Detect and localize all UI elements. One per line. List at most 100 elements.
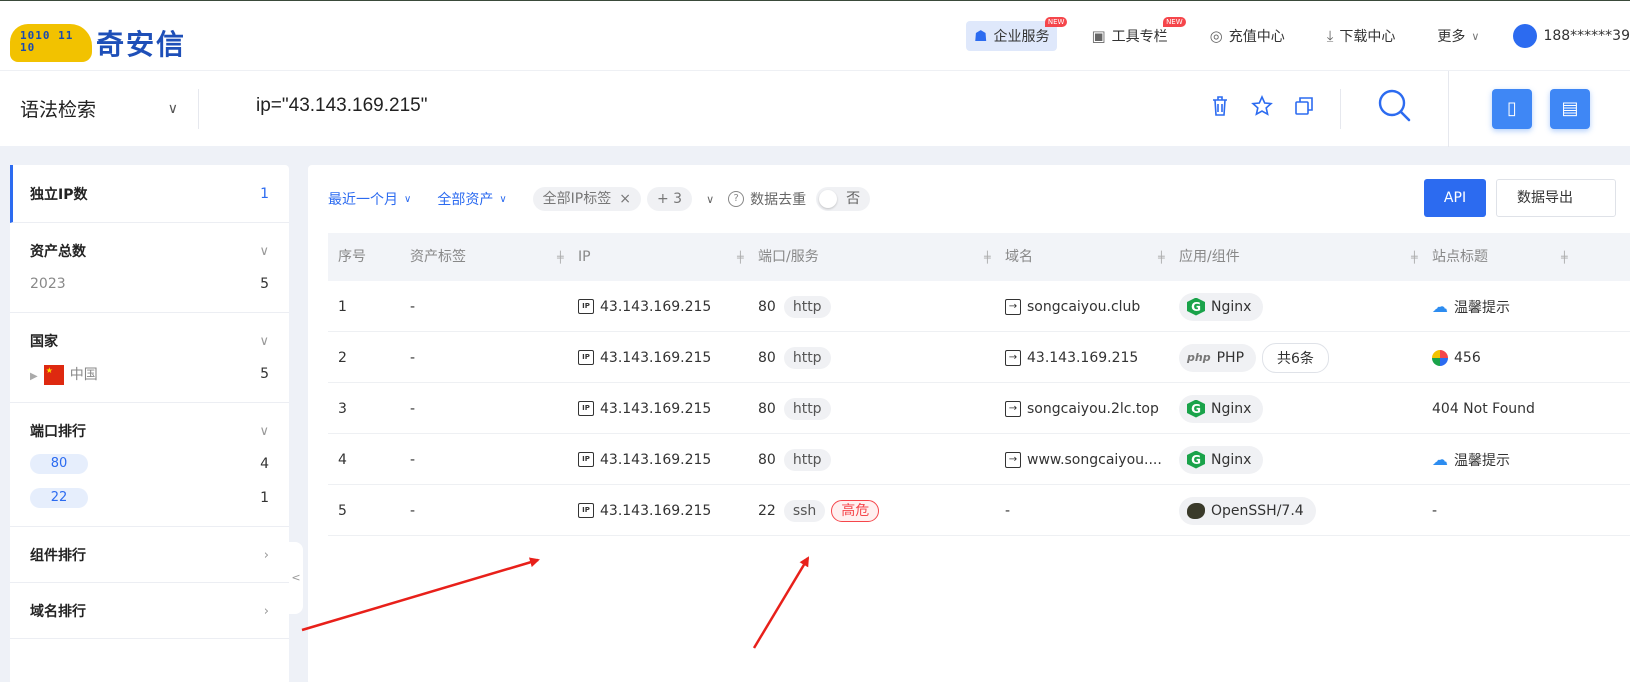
doc-list-button[interactable]: ▤ — [1550, 89, 1590, 129]
col-site-title: 站点标题 — [1432, 249, 1488, 265]
more-apps-pill[interactable]: 共6条 — [1262, 342, 1329, 373]
link-out-icon: → — [1005, 451, 1021, 468]
app-pill[interactable]: G Nginx — [1179, 394, 1264, 423]
table-body: 1 - IP 43.143.169.215 80 http → songcaiyou.… — [328, 281, 1630, 536]
star-icon[interactable] — [1250, 95, 1274, 119]
cell-port[interactable]: 80 http — [758, 383, 831, 434]
table-row[interactable]: 3 - IP 43.143.169.215 80 http → songcaiyou.… — [328, 383, 1630, 434]
copy-icon[interactable] — [1292, 95, 1316, 119]
cell-domain[interactable]: → songcaiyou.club — [1005, 281, 1140, 332]
domain-text: www.songcaiyou.... — [1027, 451, 1162, 468]
cell-port[interactable]: 22 ssh 高危 — [758, 485, 880, 536]
ip-tag-filter[interactable]: 全部IP标签 × — [532, 187, 641, 211]
table-row[interactable]: 1 - IP 43.143.169.215 80 http → songcaiyou.… — [328, 281, 1630, 332]
cell-ip[interactable]: IP 43.143.169.215 — [578, 485, 711, 536]
cell-domain[interactable]: → songcaiyou.2lc.top — [1005, 383, 1159, 434]
cell-domain[interactable]: - — [1005, 485, 1010, 536]
help-icon[interactable]: ? — [728, 191, 745, 207]
sidebar-unique-ip[interactable]: 独立IP数 1 — [10, 165, 289, 223]
col-resize-icon[interactable]: ╪ — [1561, 251, 1568, 264]
cell-title[interactable]: 404 Not Found — [1432, 383, 1535, 434]
col-resize-icon[interactable]: ╪ — [737, 251, 744, 264]
nav-more[interactable]: 更多 ∨ — [1429, 21, 1487, 51]
search-input[interactable]: ip="43.143.169.215" — [256, 95, 427, 117]
nav-enterprise-service[interactable]: ☗ 企业服务 NEW — [966, 17, 1068, 51]
more-tags-pill[interactable]: + 3 — [646, 187, 693, 211]
cell-port[interactable]: 80 http — [758, 434, 831, 485]
cell-ip[interactable]: IP 43.143.169.215 — [578, 332, 711, 383]
dedup-toggle[interactable]: 否 — [816, 187, 871, 211]
col-resize-icon[interactable]: ╪ — [557, 251, 564, 264]
asset-filter[interactable]: 全部资产 ∨ — [437, 189, 506, 209]
link-out-icon: → — [1005, 349, 1021, 366]
search-button[interactable] — [1376, 87, 1416, 127]
cell-title[interactable]: ☁ 温馨提示 — [1432, 281, 1510, 332]
cell-port[interactable]: 80 http — [758, 281, 831, 332]
cell-domain[interactable]: → 43.143.169.215 — [1005, 332, 1138, 383]
cell-title[interactable]: 456 — [1432, 332, 1481, 383]
ip-text: 43.143.169.215 — [600, 502, 712, 519]
nav-recharge[interactable]: ◎ 充值中心 — [1202, 21, 1293, 51]
col-resize-icon[interactable]: ╪ — [1158, 251, 1165, 264]
col-resize-icon[interactable]: ╪ — [1411, 251, 1418, 264]
export-button[interactable]: 数据导出 — [1496, 179, 1616, 217]
sidebar-components[interactable]: 组件排行 › — [10, 527, 289, 583]
table-row[interactable]: 2 - IP 43.143.169.215 80 http → 43.143.169.… — [328, 332, 1630, 383]
results-panel: 最近一个月 ∨ 全部资产 ∨ 全部IP标签 × + 3 ∨ ? 数据去重 否 API 数… — [308, 165, 1630, 682]
sidebar-header[interactable]: 资产总数 ∨ — [30, 241, 269, 261]
sidebar-header[interactable]: 端口排行 ∨ — [30, 421, 269, 441]
nav-label: 企业服务 — [993, 29, 1050, 45]
sidebar-item-port-80[interactable]: 80 4 — [30, 453, 269, 475]
sidebar-collapse-button[interactable]: < — [289, 542, 303, 614]
cell-title[interactable]: ☁ 温馨提示 — [1432, 434, 1510, 485]
sidebar-domains[interactable]: 域名排行 › — [10, 583, 289, 639]
dedup-label: ? 数据去重 — [728, 189, 806, 209]
nginx-icon: G — [1187, 450, 1205, 469]
logo[interactable]: 1010 11 10 奇安信 — [10, 23, 186, 63]
app-pill[interactable]: G Nginx — [1179, 445, 1264, 474]
cell-domain[interactable]: → www.songcaiyou.... — [1005, 434, 1162, 485]
chevron-down-icon: ∨ — [259, 243, 269, 259]
col-ip: IP — [578, 249, 591, 265]
app-pill[interactable]: php PHP — [1179, 343, 1257, 372]
nav-tools[interactable]: ▣ 工具专栏 NEW — [1083, 17, 1186, 51]
sidebar-item-port-22[interactable]: 22 1 — [30, 487, 269, 509]
cell-ip[interactable]: IP 43.143.169.215 — [578, 434, 711, 485]
table-row[interactable]: 4 - IP 43.143.169.215 80 http → www.songcai… — [328, 434, 1630, 485]
expand-triangle-icon[interactable]: ▶ — [30, 371, 38, 382]
syntax-select[interactable]: 语法检索 ∨ — [20, 95, 180, 122]
results-table: 序号 资产标签 ╪ IP ╪ 端口/服务 ╪ 域名 ╪ 应用/组件 ╪ 站点标题… — [328, 233, 1630, 536]
app-pill[interactable]: G Nginx — [1179, 292, 1264, 321]
port-text: 80 — [758, 349, 776, 366]
close-icon[interactable]: × — [619, 191, 631, 207]
filter-label: 全部资产 — [437, 192, 494, 208]
sidebar-total-assets: 资产总数 ∨ 2023 5 — [10, 223, 289, 313]
cell-ip[interactable]: IP 43.143.169.215 — [578, 383, 711, 434]
chevron-right-icon: › — [263, 547, 269, 563]
nav-menu: ☗ 企业服务 NEW ▣ 工具专栏 NEW ◎ 充值中心 ⤓ 下载中心 更多 ∨… — [966, 17, 1630, 53]
table-row[interactable]: 5 - IP 43.143.169.215 22 ssh 高危 - OpenSSH/7… — [328, 485, 1630, 536]
doc-d-button[interactable]: ▯ — [1492, 89, 1532, 129]
sidebar-item-china[interactable]: ▶ 中国 5 — [30, 363, 269, 385]
col-resize-icon[interactable]: ╪ — [984, 251, 991, 264]
sidebar-title: 资产总数 — [30, 244, 86, 260]
cell-ip[interactable]: IP 43.143.169.215 — [578, 281, 711, 332]
cell-port[interactable]: 80 http — [758, 332, 831, 383]
title-text: 404 Not Found — [1432, 400, 1535, 417]
tags-dropdown[interactable]: ∨ — [706, 193, 714, 206]
app-name: Nginx — [1211, 400, 1252, 417]
api-button[interactable]: API — [1424, 179, 1486, 217]
cell-title[interactable]: - — [1432, 485, 1437, 536]
sidebar-item-label: 中国 — [69, 366, 98, 383]
app-pill[interactable]: OpenSSH/7.4 — [1179, 496, 1316, 525]
time-filter[interactable]: 最近一个月 ∨ — [328, 189, 411, 209]
risk-badge: 高危 — [831, 499, 880, 522]
service-pill: http — [783, 448, 831, 471]
nav-download[interactable]: ⤓ 下载中心 — [1319, 21, 1404, 51]
trash-icon[interactable] — [1208, 95, 1232, 119]
chevron-down-icon: ∨ — [167, 100, 178, 117]
sidebar-item-2023[interactable]: 2023 5 — [30, 273, 269, 295]
logo-mark: 1010 11 10 — [10, 24, 92, 62]
sidebar-header[interactable]: 国家 ∨ — [30, 331, 269, 351]
user-menu[interactable]: 188******39 — [1513, 24, 1630, 48]
